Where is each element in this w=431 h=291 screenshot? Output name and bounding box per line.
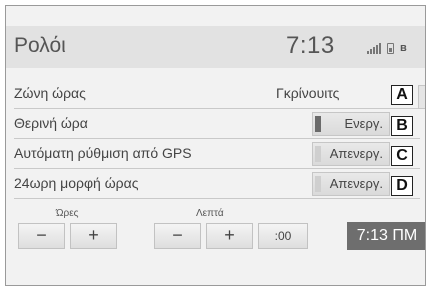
24h-format-toggle[interactable]: Απενεργ. [312, 172, 390, 196]
time-zone-label: Ζώνη ώρας [14, 85, 86, 101]
gps-auto-label: Αυτόματη ρύθμιση από GPS [14, 145, 192, 161]
status-icons: ʙ [367, 40, 407, 54]
callout-c: C [391, 146, 413, 166]
header-bar: Ρολόι 7:13 ʙ [6, 26, 425, 68]
minutes-minus-button[interactable]: − [154, 223, 201, 249]
minutes-plus-button[interactable]: + [206, 223, 253, 249]
hours-minus-button[interactable]: − [18, 223, 65, 249]
daylight-saving-toggle[interactable]: Ενεργ. [312, 112, 390, 136]
gps-auto-state: Απενεργ. [329, 146, 383, 161]
24h-format-state: Απενεργ. [329, 176, 383, 191]
minutes-label: Λεπτά [196, 208, 224, 219]
setting-row-24h-format[interactable]: 24ωρη μορφή ώρας Απενεργ. [14, 169, 420, 199]
battery-icon [387, 43, 394, 54]
toggle-indicator-off [315, 146, 321, 162]
page-title: Ρολόι [14, 34, 66, 57]
hours-label: Ώρες [56, 208, 79, 219]
header-clock: 7:13 [286, 32, 335, 59]
setting-row-time-zone[interactable]: Ζώνη ώρας Γκρίνουιτς [14, 79, 420, 109]
hours-plus-button[interactable]: + [70, 223, 117, 249]
setting-row-daylight-saving[interactable]: Θερινή ώρα Ενεργ. [14, 109, 420, 139]
toggle-indicator-on [315, 116, 321, 132]
current-time-display: 7:13 ΠΜ [347, 222, 425, 250]
daylight-saving-label: Θερινή ώρα [14, 115, 88, 131]
toggle-indicator-off [315, 176, 321, 192]
clock-settings-screen: Ρολόι 7:13 ʙ Ζώνη ώρας Γκρίνουιτς A Θερι… [5, 5, 426, 286]
time-zone-button-edge[interactable] [418, 85, 425, 109]
callout-a: A [391, 85, 413, 105]
bluetooth-icon: ʙ [400, 42, 407, 54]
daylight-saving-state: Ενεργ. [344, 116, 383, 131]
reset-minutes-button[interactable]: :00 [258, 223, 308, 249]
setting-row-gps-auto[interactable]: Αυτόματη ρύθμιση από GPS Απενεργ. [14, 139, 420, 169]
callout-d: D [391, 176, 413, 196]
gps-auto-toggle[interactable]: Απενεργ. [312, 142, 390, 166]
24h-format-label: 24ωρη μορφή ώρας [14, 175, 139, 191]
signal-strength-icon [367, 42, 381, 54]
time-zone-value: Γκρίνουιτς [276, 85, 340, 101]
callout-b: B [391, 116, 413, 136]
